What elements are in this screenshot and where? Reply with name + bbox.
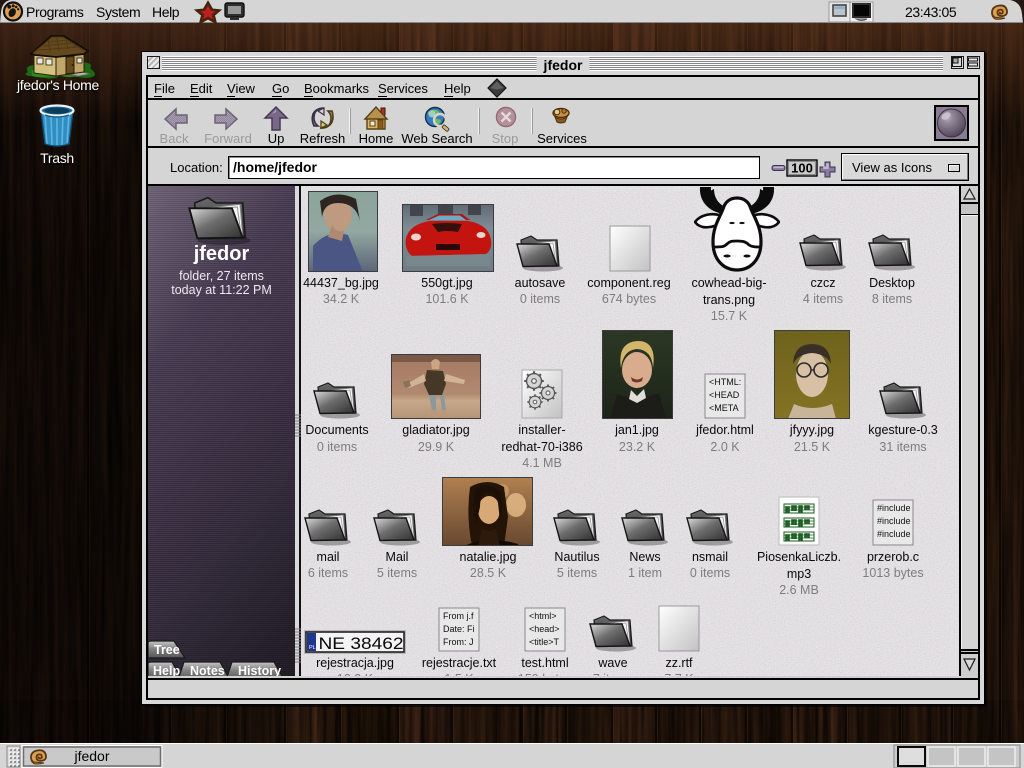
svg-text:PL: PL bbox=[309, 645, 316, 651]
svg-text:From j.f: From j.f bbox=[443, 611, 474, 621]
svg-text:<HTML:: <HTML: bbox=[709, 377, 741, 387]
svg-text:<title>T: <title>T bbox=[529, 637, 560, 647]
svg-text:<head>: <head> bbox=[529, 624, 560, 634]
svg-text:#include: #include bbox=[877, 529, 911, 539]
svg-text:<HEAD: <HEAD bbox=[709, 390, 740, 400]
svg-text:#include: #include bbox=[877, 516, 911, 526]
svg-text:Date: Fi: Date: Fi bbox=[443, 624, 475, 634]
svg-text:NE 38462: NE 38462 bbox=[319, 635, 404, 653]
svg-text:<META: <META bbox=[709, 403, 739, 413]
svg-text:From: J: From: J bbox=[443, 637, 474, 647]
svg-text:100: 100 bbox=[791, 161, 813, 176]
svg-text:<html>: <html> bbox=[529, 611, 557, 621]
svg-text:#include: #include bbox=[877, 503, 911, 513]
svg-text:jfedor: jfedor bbox=[73, 748, 109, 764]
